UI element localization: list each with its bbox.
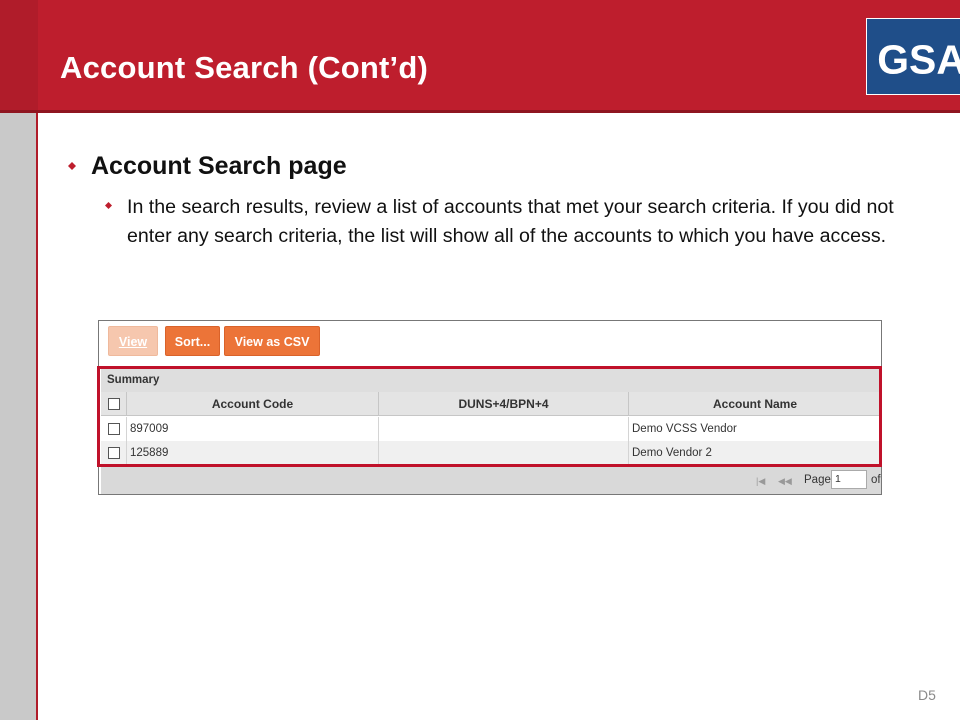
summary-header: Summary xyxy=(101,369,881,392)
duns-cell xyxy=(379,417,629,441)
left-gray-bar xyxy=(0,113,38,720)
search-results-screenshot: View Sort... View as CSV Summary Account… xyxy=(98,320,882,495)
left-accent-bar xyxy=(0,0,38,113)
slide-header: Account Search (Cont’d) GSA ® xyxy=(38,0,960,110)
table-row[interactable]: 897009 Demo VCSS Vendor xyxy=(101,417,881,441)
select-all-checkbox[interactable] xyxy=(108,398,120,410)
row-select-cell xyxy=(101,417,127,441)
gsa-logo-graphic: GSA ® xyxy=(877,37,960,83)
account-code-cell: 125889 xyxy=(127,441,379,465)
column-header-duns[interactable]: DUNS+4/BPN+4 xyxy=(379,392,629,416)
logo-text: GSA xyxy=(877,37,960,83)
duns-cell xyxy=(379,441,629,465)
sort-button[interactable]: Sort... xyxy=(165,326,220,356)
slide-title: Account Search (Cont’d) xyxy=(60,50,429,85)
view-as-csv-button[interactable]: View as CSV xyxy=(224,326,320,356)
row-checkbox[interactable] xyxy=(108,423,120,435)
left-divider-line xyxy=(36,113,38,720)
diamond-bullet-icon xyxy=(105,202,112,209)
gsa-logo: GSA ® xyxy=(866,18,960,95)
account-code-cell: 897009 xyxy=(127,417,379,441)
table-row[interactable]: 125889 Demo Vendor 2 xyxy=(101,441,881,465)
results-toolbar: View Sort... View as CSV xyxy=(99,321,881,365)
row-checkbox[interactable] xyxy=(108,447,120,459)
page-number-input[interactable]: 1 xyxy=(831,470,867,489)
page-of-label: of xyxy=(871,474,881,486)
page-label: Page xyxy=(804,474,831,486)
header-rule xyxy=(0,110,960,113)
view-button[interactable]: View xyxy=(108,326,158,356)
row-select-cell xyxy=(101,441,127,465)
column-header-account-code[interactable]: Account Code xyxy=(127,392,379,416)
select-all-cell xyxy=(101,392,127,416)
diamond-bullet-icon xyxy=(68,162,76,170)
prev-page-icon[interactable]: ◀◀ xyxy=(778,476,792,487)
column-header-account-name[interactable]: Account Name xyxy=(629,392,881,416)
bullet-level2-text: In the search results, review a list of … xyxy=(127,196,894,247)
first-page-icon[interactable]: |◀ xyxy=(756,476,765,487)
bullet-level1-text: Account Search page xyxy=(91,152,347,180)
account-name-cell: Demo VCSS Vendor xyxy=(632,423,737,435)
pagination-bar: |◀ ◀◀ Page 1 of xyxy=(101,467,881,494)
results-table-header: Account Code DUNS+4/BPN+4 Account Name xyxy=(101,392,881,416)
slide-number: D5 xyxy=(918,687,936,703)
account-name-cell: Demo Vendor 2 xyxy=(632,447,712,459)
